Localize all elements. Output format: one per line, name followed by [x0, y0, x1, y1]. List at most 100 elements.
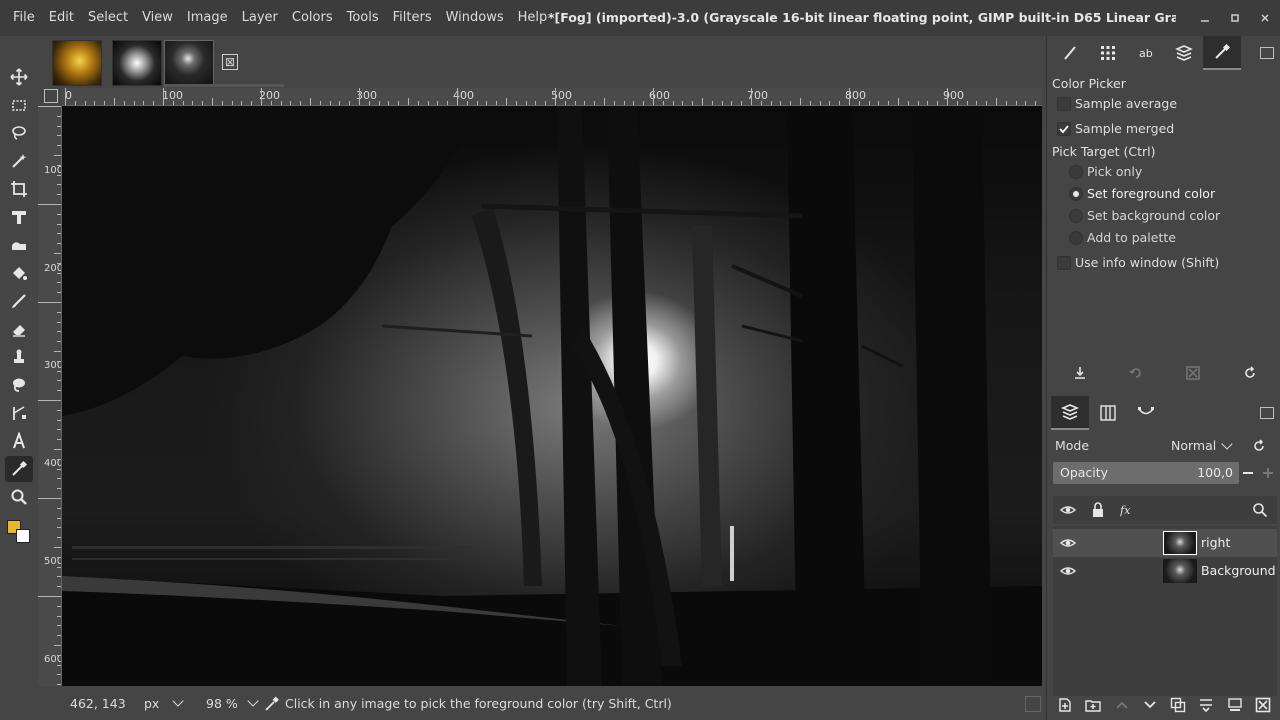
tool-options-tab-icon[interactable]: [1203, 36, 1241, 70]
new-group-icon[interactable]: [1082, 694, 1104, 716]
background-color-swatch[interactable]: [16, 529, 30, 543]
fonts-tab-icon[interactable]: ab: [1127, 36, 1165, 70]
maximize-icon[interactable]: [1220, 0, 1250, 36]
menu-file[interactable]: File: [6, 0, 42, 36]
tab-close-icon[interactable]: ⊠: [222, 54, 238, 70]
close-icon[interactable]: [1250, 0, 1280, 36]
delete-options-icon[interactable]: [1182, 362, 1204, 384]
paintbrush-icon[interactable]: [5, 288, 33, 314]
sample-average-checkbox[interactable]: [1057, 97, 1071, 111]
document-history-tab-icon[interactable]: [1165, 36, 1203, 70]
paths-tab-icon[interactable]: [1127, 396, 1165, 430]
use-info-window-label: Use info window (Shift): [1075, 255, 1220, 270]
save-options-icon[interactable]: [1069, 362, 1091, 384]
patterns-tab-icon[interactable]: [1089, 36, 1127, 70]
clone-icon[interactable]: [5, 344, 33, 370]
set-foreground-radio[interactable]: [1069, 187, 1083, 201]
layers-tab-icon[interactable]: [1051, 396, 1089, 430]
ruler-tick: [457, 88, 458, 105]
use-info-window-checkbox[interactable]: [1057, 256, 1071, 270]
set-background-radio[interactable]: [1069, 209, 1083, 223]
lasso-icon[interactable]: [5, 120, 33, 146]
menu-image[interactable]: Image: [180, 0, 235, 36]
layer-row-right[interactable]: right: [1053, 529, 1277, 557]
opacity-slider[interactable]: Opacity 100,0: [1053, 462, 1239, 484]
fx-icon[interactable]: fx: [1117, 499, 1139, 521]
transform-icon[interactable]: [5, 204, 33, 230]
menu-colors[interactable]: Colors: [285, 0, 340, 36]
ruler-label: 400: [44, 458, 62, 469]
brushes-tab-icon[interactable]: [1051, 36, 1089, 70]
visibility-header-icon[interactable]: [1057, 499, 1079, 521]
menu-select[interactable]: Select: [81, 0, 135, 36]
rect-select-icon[interactable]: [5, 92, 33, 118]
image-tab-thumbnail[interactable]: [112, 40, 162, 86]
ruler-tick: [574, 101, 576, 105]
add-to-palette-radio[interactable]: [1069, 231, 1083, 245]
warp-icon[interactable]: [5, 232, 33, 258]
mode-select[interactable]: Normal: [1171, 438, 1216, 453]
navigate-icon[interactable]: [1025, 696, 1041, 712]
lock-icon[interactable]: [1087, 499, 1109, 521]
zoom-select[interactable]: 98 %: [198, 692, 258, 716]
text-icon[interactable]: [5, 428, 33, 454]
delete-layer-icon[interactable]: [1252, 694, 1274, 716]
restore-options-icon[interactable]: [1125, 362, 1147, 384]
menu-view[interactable]: View: [135, 0, 180, 36]
menu-edit[interactable]: Edit: [42, 0, 81, 36]
menu-layer[interactable]: Layer: [235, 0, 285, 36]
menu-tools[interactable]: Tools: [340, 0, 386, 36]
raise-layer-icon[interactable]: [1111, 694, 1133, 716]
eye-icon[interactable]: [1057, 560, 1079, 582]
sample-merged-label: Sample merged: [1075, 121, 1175, 136]
minimize-icon[interactable]: [1190, 0, 1220, 36]
anchor-layer-icon[interactable]: [1224, 694, 1246, 716]
ruler-tick: [57, 380, 61, 382]
new-layer-icon[interactable]: [1054, 694, 1076, 716]
image-canvas[interactable]: [62, 106, 1042, 686]
smudge-icon[interactable]: [5, 372, 33, 398]
menu-filters[interactable]: Filters: [386, 0, 439, 36]
zoom-icon[interactable]: [5, 484, 33, 510]
layers-dock-menu-icon[interactable]: [1260, 407, 1274, 419]
add-to-palette-label: Add to palette: [1087, 230, 1176, 245]
pick-target-title: Pick Target (Ctrl): [1052, 144, 1156, 159]
lower-layer-icon[interactable]: [1139, 694, 1161, 716]
ruler-tick: [261, 88, 262, 105]
move-icon[interactable]: [5, 64, 33, 90]
image-tab-thumbnail-active[interactable]: [164, 40, 214, 86]
opacity-decrease-icon[interactable]: [1237, 462, 1259, 484]
bucket-fill-icon[interactable]: [5, 260, 33, 286]
ruler-tick: [741, 101, 743, 105]
set-background-label: Set background color: [1087, 208, 1221, 223]
horizontal-ruler: 0 100 200 300 400 500 600 700 800 900: [62, 88, 1042, 106]
eye-icon[interactable]: [1057, 532, 1079, 554]
channels-tab-icon[interactable]: [1089, 396, 1127, 430]
opacity-increase-icon[interactable]: [1257, 462, 1279, 484]
paths-icon[interactable]: [5, 400, 33, 426]
merge-layer-icon[interactable]: [1195, 694, 1217, 716]
image-tabs: ⊠: [38, 36, 1042, 88]
reset-options-icon[interactable]: [1239, 362, 1261, 384]
eraser-icon[interactable]: [5, 316, 33, 342]
ruler-tick: [231, 101, 233, 105]
mode-reset-icon[interactable]: [1241, 435, 1277, 457]
ruler-tick: [57, 321, 61, 323]
ruler-corner-button[interactable]: [44, 89, 58, 103]
layer-row-background[interactable]: Background: [1053, 557, 1277, 585]
sample-merged-checkbox[interactable]: [1057, 122, 1071, 136]
fg-bg-colors[interactable]: [5, 518, 35, 548]
image-tab-thumbnail[interactable]: [52, 40, 102, 86]
pick-only-radio[interactable]: [1069, 165, 1083, 179]
menu-windows[interactable]: Windows: [439, 0, 511, 36]
crop-icon[interactable]: [5, 176, 33, 202]
dock-menu-icon[interactable]: [1260, 47, 1274, 59]
ruler-tick: [378, 101, 380, 105]
ruler-tick: [192, 101, 194, 105]
fuzzy-select-icon[interactable]: [5, 148, 33, 174]
search-icon[interactable]: [1249, 499, 1271, 521]
duplicate-layer-icon[interactable]: [1167, 694, 1189, 716]
ruler-tick: [888, 101, 890, 105]
color-picker-icon[interactable]: [5, 456, 33, 482]
ruler-tick: [57, 625, 61, 627]
